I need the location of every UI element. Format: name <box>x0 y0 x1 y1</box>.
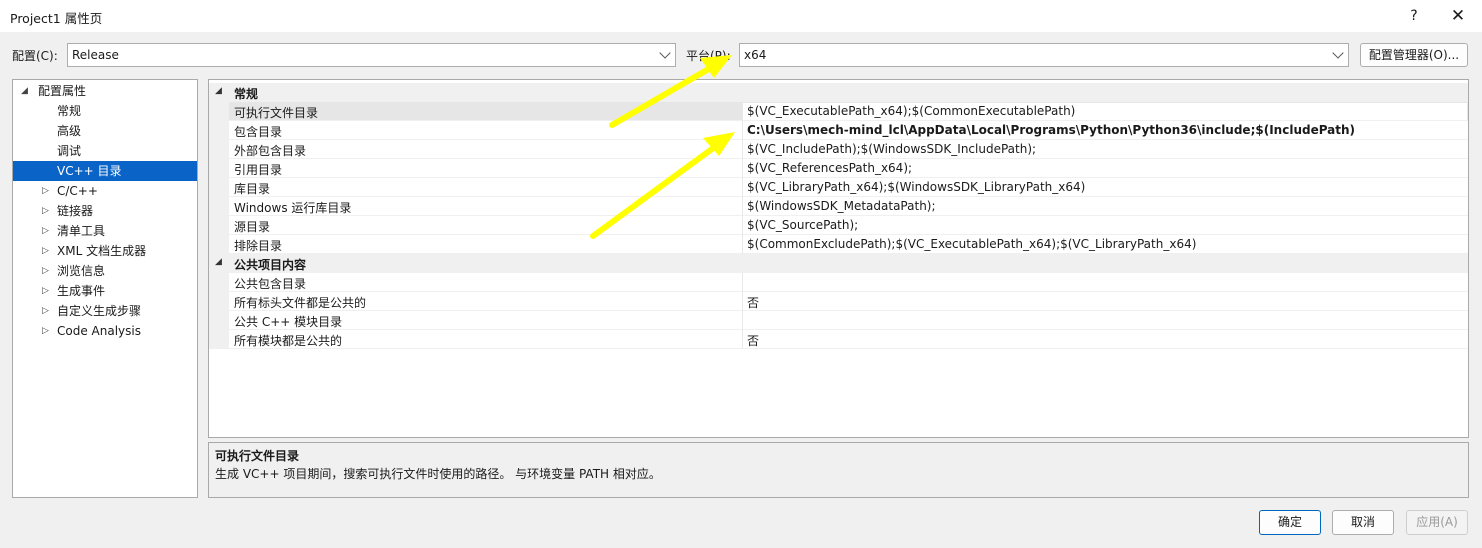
property-row[interactable]: 公共包含目录 <box>209 273 1468 292</box>
cancel-button[interactable]: 取消 <box>1332 510 1394 535</box>
property-value[interactable]: $(WindowsSDK_MetadataPath); <box>747 199 936 213</box>
tree-item-manifest-tool[interactable]: ▷ 清单工具 <box>13 221 197 241</box>
expanded-icon[interactable]: ◢ <box>215 257 222 267</box>
platform-value: x64 <box>744 48 767 62</box>
property-name: 公共 C++ 模块目录 <box>234 315 343 329</box>
property-name: 所有标头文件都是公共的 <box>234 296 367 310</box>
tree-item-label: 调试 <box>57 144 82 158</box>
tree-item-label: C/C++ <box>57 184 98 198</box>
property-name: 外部包含目录 <box>234 144 307 158</box>
property-row[interactable]: 可执行文件目录 $(VC_ExecutablePath_x64);$(Commo… <box>209 102 1468 121</box>
tree-item-browse-info[interactable]: ▷ 浏览信息 <box>13 261 197 281</box>
category-label: 常规 <box>234 87 259 101</box>
property-name: 公共包含目录 <box>234 277 307 291</box>
category-public-project-content[interactable]: ◢ 公共项目内容 <box>209 254 1468 273</box>
property-row[interactable]: 引用目录 $(VC_ReferencesPath_x64); <box>209 159 1468 178</box>
tree-item-label: 生成事件 <box>57 284 106 298</box>
property-value[interactable]: 否 <box>747 294 759 311</box>
platform-select[interactable]: x64 <box>739 43 1349 67</box>
description-text: 生成 VC++ 项目期间，搜索可执行文件时使用的路径。 与环境变量 PATH 相… <box>215 467 661 481</box>
platform-label: 平台(P): <box>686 49 731 63</box>
tree-item-config-properties[interactable]: ◢ 配置属性 <box>13 81 197 101</box>
tree-item-label: XML 文档生成器 <box>57 244 147 258</box>
property-name: 引用目录 <box>234 163 283 177</box>
description-pane: 可执行文件目录 生成 VC++ 项目期间，搜索可执行文件时使用的路径。 与环境变… <box>208 442 1469 498</box>
tree-item-build-events[interactable]: ▷ 生成事件 <box>13 281 197 301</box>
property-row[interactable]: 排除目录 $(CommonExcludePath);$(VC_Executabl… <box>209 235 1468 254</box>
collapsed-icon[interactable]: ▷ <box>42 241 49 261</box>
property-grid: ◢ 常规 可执行文件目录 $(VC_ExecutablePath_x64);$(… <box>208 79 1469 438</box>
tree-item-code-analysis[interactable]: ▷ Code Analysis <box>13 321 197 341</box>
property-value[interactable]: $(CommonExcludePath);$(VC_ExecutablePath… <box>747 237 1196 251</box>
property-row[interactable]: 外部包含目录 $(VC_IncludePath);$(WindowsSDK_In… <box>209 140 1468 159</box>
tree-item-vc-directories[interactable]: VC++ 目录 <box>13 161 197 181</box>
tree-item-linker[interactable]: ▷ 链接器 <box>13 201 197 221</box>
property-name: 包含目录 <box>234 125 283 139</box>
window-title: Project1 属性页 <box>10 11 103 26</box>
tree-item-label: Code Analysis <box>57 324 141 338</box>
collapsed-icon[interactable]: ▷ <box>42 281 49 301</box>
tree-item-label: 链接器 <box>57 204 94 218</box>
property-name: 库目录 <box>234 182 271 196</box>
collapsed-icon[interactable]: ▷ <box>42 181 49 201</box>
property-value[interactable]: $(VC_SourcePath); <box>747 218 858 232</box>
tree-item-label: 常规 <box>57 104 82 118</box>
tree-item-label: 配置属性 <box>38 84 87 98</box>
collapsed-icon[interactable]: ▷ <box>42 221 49 241</box>
tree-item-label: 清单工具 <box>57 224 106 238</box>
tree-item-c-cpp[interactable]: ▷ C/C++ <box>13 181 197 201</box>
property-row[interactable]: 库目录 $(VC_LibraryPath_x64);$(WindowsSDK_L… <box>209 178 1468 197</box>
tree-item-label: 浏览信息 <box>57 264 106 278</box>
property-name: 源目录 <box>234 220 271 234</box>
config-value: Release <box>72 48 119 62</box>
close-button[interactable]: ✕ <box>1444 4 1472 28</box>
property-name: 可执行文件目录 <box>234 106 319 120</box>
property-name: 所有模块都是公共的 <box>234 334 343 348</box>
title-bar: Project1 属性页 ? ✕ <box>0 0 1482 32</box>
tree-item-debugging[interactable]: 调试 <box>13 141 197 161</box>
tree-item-advanced[interactable]: 高级 <box>13 121 197 141</box>
collapsed-icon[interactable]: ▷ <box>42 301 49 321</box>
description-title: 可执行文件目录 <box>215 449 300 463</box>
property-row[interactable]: 包含目录 C:\Users\mech-mind_lcl\AppData\Loca… <box>209 121 1468 140</box>
property-tree: ◢ 配置属性 常规 高级 调试 VC++ 目录 ▷ C/C++ ▷ 链接器 ▷ … <box>12 79 198 498</box>
property-name: 排除目录 <box>234 239 283 253</box>
config-label: 配置(C): <box>12 49 58 63</box>
tree-item-custom-build-step[interactable]: ▷ 自定义生成步骤 <box>13 301 197 321</box>
chevron-down-icon <box>1332 47 1344 59</box>
category-general[interactable]: ◢ 常规 <box>209 83 1468 102</box>
property-row[interactable]: 所有模块都是公共的 否 <box>209 330 1468 349</box>
tree-item-general[interactable]: 常规 <box>13 101 197 121</box>
collapsed-icon[interactable]: ▷ <box>42 261 49 281</box>
config-manager-button[interactable]: 配置管理器(O)... <box>1360 43 1468 67</box>
property-value[interactable]: $(VC_LibraryPath_x64);$(WindowsSDK_Libra… <box>747 180 1085 194</box>
config-select[interactable]: Release <box>67 43 676 67</box>
collapsed-icon[interactable]: ▷ <box>42 201 49 221</box>
apply-button[interactable]: 应用(A) <box>1406 510 1468 535</box>
tree-item-label: 自定义生成步骤 <box>57 304 142 318</box>
collapsed-icon[interactable]: ▷ <box>42 321 49 341</box>
property-row[interactable]: 公共 C++ 模块目录 <box>209 311 1468 330</box>
chevron-down-icon <box>659 47 671 59</box>
tree-item-label: VC++ 目录 <box>57 164 122 178</box>
property-name: Windows 运行库目录 <box>234 201 352 215</box>
tree-item-label: 高级 <box>57 124 82 138</box>
property-value[interactable]: $(VC_ReferencesPath_x64); <box>747 161 912 175</box>
property-value[interactable]: $(VC_ExecutablePath_x64);$(CommonExecuta… <box>743 103 1467 120</box>
property-value[interactable]: C:\Users\mech-mind_lcl\AppData\Local\Pro… <box>747 123 1355 137</box>
ok-button[interactable]: 确定 <box>1259 510 1321 535</box>
expanded-icon[interactable]: ◢ <box>21 81 28 101</box>
property-value[interactable]: 否 <box>747 332 759 349</box>
help-button[interactable]: ? <box>1400 4 1428 28</box>
property-value[interactable]: $(VC_IncludePath);$(WindowsSDK_IncludePa… <box>747 142 1036 156</box>
property-row[interactable]: Windows 运行库目录 $(WindowsSDK_MetadataPath)… <box>209 197 1468 216</box>
property-row[interactable]: 所有标头文件都是公共的 否 <box>209 292 1468 311</box>
tree-item-xml-doc-generator[interactable]: ▷ XML 文档生成器 <box>13 241 197 261</box>
category-label: 公共项目内容 <box>234 258 307 272</box>
property-row[interactable]: 源目录 $(VC_SourcePath); <box>209 216 1468 235</box>
expanded-icon[interactable]: ◢ <box>215 86 222 96</box>
